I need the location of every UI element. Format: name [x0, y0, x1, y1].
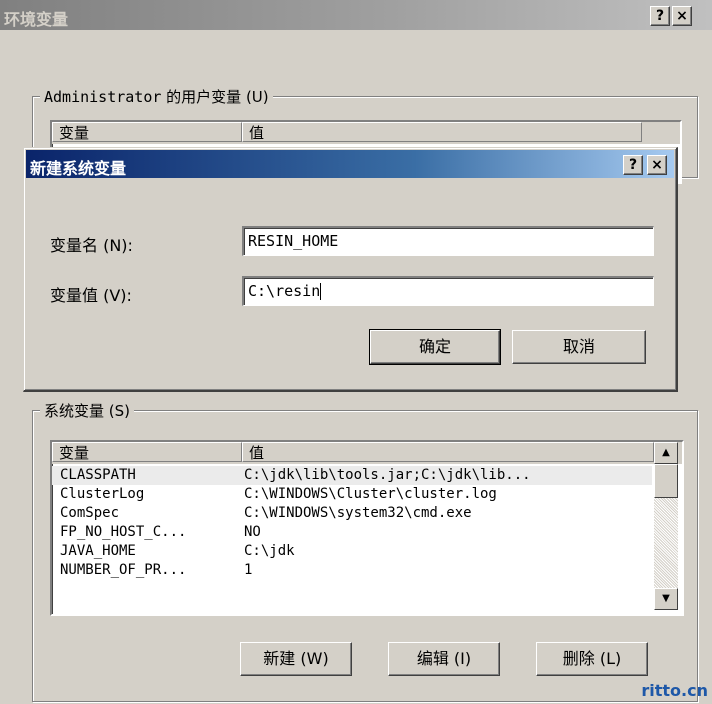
variable-name-cell: FP_NO_HOST_C...: [60, 524, 187, 540]
variable-name-input[interactable]: RESIN_HOME: [242, 226, 654, 256]
variable-value-cell: C:\jdk\lib\tools.jar;C:\jdk\lib...: [244, 467, 531, 483]
new-system-variable-dialog: 新建系统变量 ? × 变量名 (N): RESIN_HOME 变量值 (V): …: [23, 147, 678, 392]
variable-name-cell: ComSpec: [60, 505, 120, 521]
variable-value-text: C:\resin: [248, 282, 321, 300]
table-row[interactable]: ComSpec C:\WINDOWS\system32\cmd.exe: [52, 504, 652, 523]
system-vars-header: 变量 值: [52, 442, 682, 464]
modal-close-button[interactable]: ×: [647, 155, 667, 175]
edit-variable-button[interactable]: 编辑 (I): [388, 642, 500, 676]
variable-name-label: 变量名 (N):: [50, 236, 133, 255]
table-row[interactable]: ClusterLog C:\WINDOWS\Cluster\cluster.log: [52, 485, 652, 504]
variable-value-cell: NO: [244, 524, 261, 540]
outer-dialog-title: 环境变量: [4, 10, 69, 29]
scroll-track[interactable]: [654, 498, 678, 588]
table-row[interactable]: CLASSPATH C:\jdk\lib\tools.jar;C:\jdk\lib…: [52, 466, 652, 485]
down-arrow-icon: ▼: [662, 593, 670, 604]
outer-title-bar: 环境变量 ? ×: [0, 0, 712, 30]
modal-help-button[interactable]: ?: [623, 155, 643, 175]
system-vars-list[interactable]: 变量 值 CLASSPATH C:\jdk\lib\tools.jar;C:\jd…: [50, 440, 684, 616]
outer-help-button[interactable]: ?: [650, 6, 670, 26]
user-vars-legend-user: Administrator: [44, 88, 162, 106]
variable-name-cell: ClusterLog: [60, 486, 145, 502]
user-col-val-header[interactable]: 值: [242, 122, 642, 142]
user-vars-legend: Administrator 的用户变量 (U): [40, 86, 273, 107]
user-col-var-header[interactable]: 变量: [52, 122, 242, 142]
table-row[interactable]: JAVA_HOME C:\jdk: [52, 542, 652, 561]
variable-value-input[interactable]: C:\resin: [242, 276, 654, 306]
scroll-thumb[interactable]: [654, 464, 678, 498]
variable-value-cell: C:\WINDOWS\Cluster\cluster.log: [244, 486, 497, 502]
variable-value-cell: C:\jdk: [244, 543, 295, 559]
user-vars-legend-text: 的用户变量 (U): [161, 88, 269, 106]
ok-button[interactable]: 确定: [369, 329, 501, 365]
scroll-up-button[interactable]: ▲: [654, 442, 678, 464]
system-vars-scrollbar[interactable]: ▲ ▼: [654, 442, 678, 610]
system-col-val-header[interactable]: 值: [242, 442, 654, 462]
variable-value-cell: 1: [244, 562, 253, 578]
modal-title: 新建系统变量: [30, 159, 127, 178]
variable-name-cell: NUMBER_OF_PR...: [60, 562, 187, 578]
variable-value-cell: C:\WINDOWS\system32\cmd.exe: [244, 505, 472, 521]
table-row[interactable]: NUMBER_OF_PR... 1: [52, 561, 652, 580]
variable-name-cell: CLASSPATH: [60, 467, 136, 483]
watermark: ritto.cn: [641, 681, 708, 700]
variable-value-label: 变量值 (V):: [50, 286, 132, 305]
modal-title-bar: 新建系统变量 ? ×: [26, 150, 674, 178]
delete-variable-button[interactable]: 删除 (L): [536, 642, 648, 676]
outer-close-button[interactable]: ×: [672, 6, 692, 26]
scroll-down-button[interactable]: ▼: [654, 588, 678, 610]
up-arrow-icon: ▲: [662, 447, 670, 458]
system-vars-legend: 系统变量 (S): [40, 400, 134, 421]
cancel-button[interactable]: 取消: [512, 330, 646, 364]
user-vars-header: 变量 值: [52, 122, 680, 144]
table-row[interactable]: FP_NO_HOST_C... NO: [52, 523, 652, 542]
variable-name-cell: JAVA_HOME: [60, 543, 136, 559]
system-col-var-header[interactable]: 变量: [52, 442, 242, 462]
text-caret: [320, 283, 322, 300]
new-variable-button[interactable]: 新建 (W): [240, 642, 352, 676]
